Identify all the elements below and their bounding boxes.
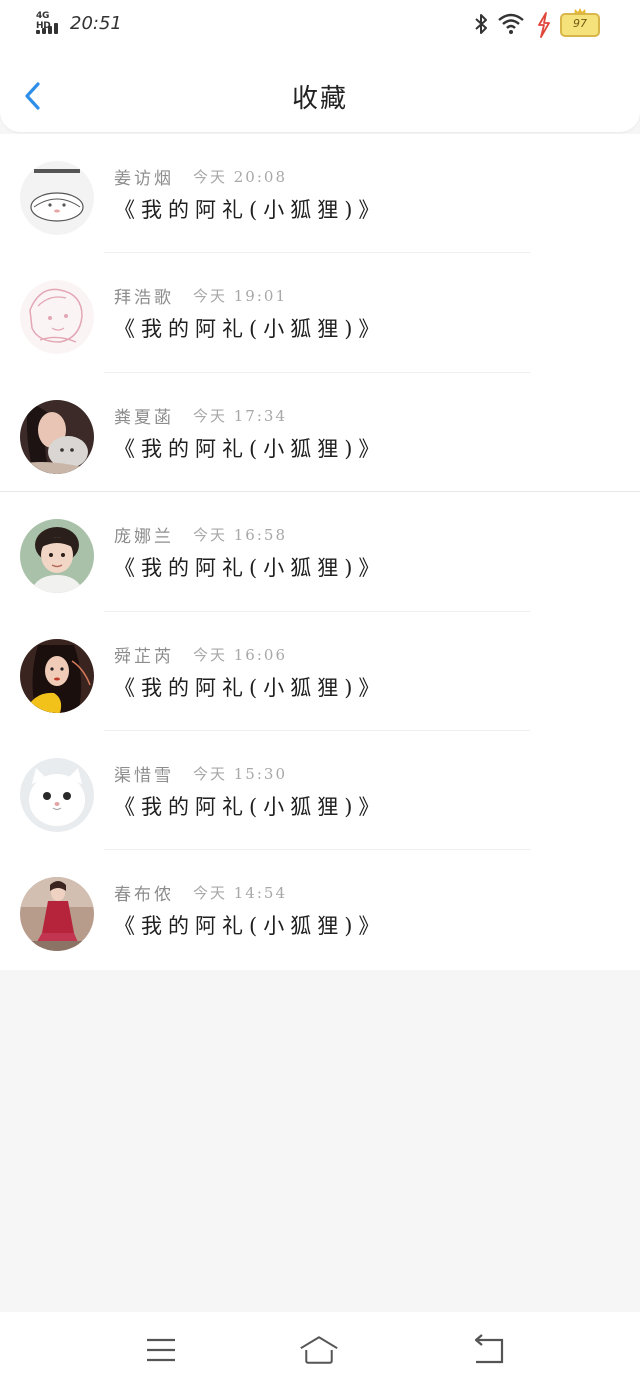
item-name: 拜浩歌 bbox=[114, 288, 174, 309]
item-time: 今天 19:01 bbox=[193, 287, 287, 306]
item-name: 粪夏菡 bbox=[114, 407, 174, 428]
item-song: 《我的阿礼(小狐狸)》 bbox=[114, 795, 386, 819]
list-item[interactable]: 舜芷芮 今天 16:06 《我的阿礼(小狐狸)》 bbox=[0, 612, 640, 731]
wifi-icon bbox=[498, 13, 524, 34]
network-indicator: 4G HD bbox=[36, 11, 64, 35]
item-song: 《我的阿礼(小狐狸)》 bbox=[114, 317, 386, 342]
item-time: 今天 16:58 bbox=[193, 526, 287, 545]
item-song: 《我的阿礼(小狐狸)》 bbox=[114, 914, 386, 939]
item-time: 今天 20:08 bbox=[193, 168, 287, 186]
item-time: 今天 16:06 bbox=[193, 645, 287, 664]
item-time: 今天 17:34 bbox=[193, 406, 287, 425]
status-bar: 4G HD 20:51 97 bbox=[0, 0, 640, 48]
system-nav-bar bbox=[0, 1312, 640, 1387]
avatar bbox=[20, 280, 94, 355]
list-item[interactable]: 拜浩歌 今天 19:01 《我的阿礼(小狐狸)》 bbox=[0, 253, 640, 373]
item-name: 庞娜兰 bbox=[114, 527, 174, 548]
avatar bbox=[20, 638, 94, 713]
home-icon[interactable] bbox=[299, 1332, 339, 1368]
bluetooth-icon bbox=[475, 14, 487, 34]
list-item[interactable]: 粪夏菡 今天 17:34 《我的阿礼(小狐狸)》 bbox=[0, 373, 640, 493]
list-item[interactable]: 春布侬 今天 14:54 《我的阿礼(小狐狸)》 bbox=[0, 850, 640, 969]
item-song: 《我的阿礼(小狐狸)》 bbox=[114, 556, 386, 581]
battery-icon: 97 bbox=[560, 8, 602, 38]
list-item[interactable]: 庞娜兰 今天 16:58 《我的阿礼(小狐狸)》 bbox=[0, 492, 640, 612]
avatar bbox=[20, 399, 94, 474]
item-time: 今天 15:30 bbox=[193, 765, 287, 783]
item-name: 春布侬 bbox=[114, 885, 174, 906]
status-time: 20:51 bbox=[70, 13, 122, 34]
page-header: 收藏 bbox=[0, 48, 640, 132]
list-item[interactable]: 渠惜雪 今天 15:30 《我的阿礼(小狐狸)》 bbox=[0, 731, 640, 851]
signal-icon bbox=[36, 23, 62, 34]
back-icon[interactable] bbox=[468, 1332, 508, 1368]
item-name: 舜芷芮 bbox=[114, 646, 174, 667]
list-item[interactable]: 姜访烟 今天 20:08 《我的阿礼(小狐狸)》 bbox=[0, 134, 640, 254]
favorites-list: 姜访烟 今天 20:08 《我的阿礼(小狐狸)》 拜浩歌 今天 19:01 《我… bbox=[0, 134, 640, 970]
item-name: 渠惜雪 bbox=[114, 766, 174, 786]
charging-icon bbox=[538, 12, 550, 38]
avatar bbox=[20, 161, 94, 235]
avatar bbox=[20, 758, 94, 832]
avatar bbox=[20, 519, 94, 594]
item-song: 《我的阿礼(小狐狸)》 bbox=[114, 436, 386, 461]
item-name: 姜访烟 bbox=[114, 169, 174, 189]
avatar bbox=[20, 877, 94, 952]
page-title: 收藏 bbox=[291, 84, 348, 114]
menu-icon[interactable] bbox=[141, 1332, 181, 1368]
item-song: 《我的阿礼(小狐狸)》 bbox=[114, 198, 386, 222]
item-time: 今天 14:54 bbox=[193, 884, 287, 903]
battery-level: 97 bbox=[573, 17, 587, 30]
item-song: 《我的阿礼(小狐狸)》 bbox=[114, 675, 386, 700]
